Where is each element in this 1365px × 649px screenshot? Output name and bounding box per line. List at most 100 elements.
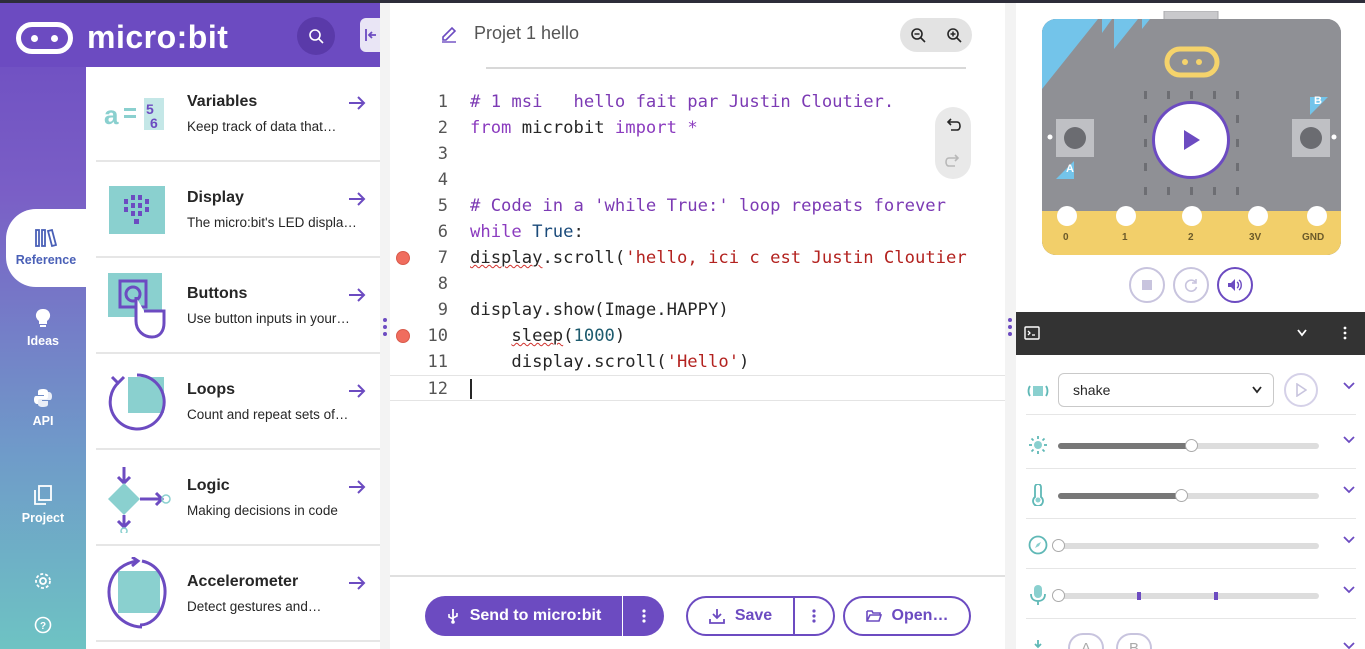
search-button[interactable]	[297, 17, 335, 55]
undo-icon	[946, 118, 961, 131]
python-icon	[34, 389, 52, 407]
code-text: )	[614, 326, 626, 346]
chevron-down-icon[interactable]	[1342, 435, 1356, 445]
project-name-area[interactable]: Projet 1 hello	[440, 23, 579, 44]
nav-item-project[interactable]: Project	[0, 466, 86, 544]
sound-level-slider[interactable]	[1052, 589, 1319, 602]
reference-card-display[interactable]: Display The micro:bit's LED displa…	[96, 163, 380, 258]
open-button[interactable]: Open…	[843, 596, 971, 636]
undo-button[interactable]	[935, 107, 971, 143]
settings-button[interactable]	[33, 571, 53, 591]
variables-icon: a 56	[104, 97, 164, 131]
save-button[interactable]: Save	[688, 598, 793, 634]
code-text: .scroll(	[542, 248, 626, 268]
line-number: 11	[427, 352, 448, 372]
accelerometer-icon	[107, 556, 167, 628]
gesture-select[interactable]: shake	[1058, 373, 1274, 407]
grip-dots-icon	[1008, 318, 1012, 336]
line-number: 2	[437, 118, 448, 138]
nav-label: Ideas	[27, 334, 59, 348]
press-icon	[1034, 640, 1042, 649]
button-press-icon	[108, 272, 166, 339]
chevron-down-icon[interactable]	[1342, 485, 1356, 495]
code-line: 7 display.scroll('hello, ici c est Justin…	[390, 245, 1005, 271]
send-gesture-button[interactable]	[1284, 373, 1318, 407]
collapse-sidebar-button[interactable]	[360, 18, 382, 52]
simulator-mute-button[interactable]	[1217, 267, 1253, 303]
reference-card-buttons[interactable]: Buttons Use button inputs in your…	[96, 259, 380, 354]
help-button[interactable]: ?	[33, 615, 53, 635]
sim-button-a[interactable]: A	[1068, 633, 1104, 649]
zoom-in-button[interactable]	[936, 18, 972, 52]
sensor-compass	[1026, 519, 1356, 569]
reference-card-loops[interactable]: Loops Count and repeat sets of…	[96, 355, 380, 450]
chevron-down-icon[interactable]	[1342, 641, 1356, 649]
line-number: 8	[437, 274, 448, 294]
slider-thumb[interactable]	[1185, 439, 1199, 452]
code-area[interactable]: 1 # 1 msi hello fait par Justin Cloutier.…	[390, 89, 1005, 401]
button-a-label: A	[1066, 163, 1074, 175]
save-more-options-button[interactable]	[793, 598, 833, 634]
card-title: Display	[187, 189, 244, 206]
nav-item-api[interactable]: API	[0, 369, 86, 447]
sim-button-a-label: A	[1080, 639, 1091, 649]
sidebar-resize-handle[interactable]	[380, 0, 390, 649]
slider-thumb[interactable]	[1052, 539, 1065, 552]
chevron-down-icon[interactable]	[1342, 585, 1356, 595]
reference-card-variables[interactable]: a56 Variables Keep track of data that…	[96, 67, 380, 162]
nav-item-reference[interactable]: Reference	[6, 209, 86, 287]
sim-button-b[interactable]: B	[1116, 633, 1152, 649]
thermometer-icon-wrap	[1026, 483, 1050, 507]
code-text: display	[470, 248, 543, 268]
search-icon	[309, 29, 324, 44]
nav-item-ideas[interactable]: Ideas	[0, 289, 86, 367]
slider-thumb[interactable]	[1052, 589, 1065, 602]
send-to-microbit-button[interactable]: Send to micro:bit	[425, 596, 622, 636]
light-level-slider[interactable]	[1058, 439, 1319, 452]
nav-label: Project	[21, 511, 65, 525]
simulator-reset-button[interactable]	[1173, 267, 1209, 303]
chevron-down-icon[interactable]	[1342, 381, 1356, 391]
more-vertical-icon	[812, 609, 816, 623]
redo-icon	[945, 154, 960, 167]
send-more-options-button[interactable]	[622, 596, 664, 636]
compass-slider[interactable]	[1052, 539, 1319, 552]
reference-panel: a56 Variables Keep track of data that… D…	[86, 67, 380, 649]
chevron-down-icon[interactable]	[1296, 328, 1308, 338]
code-text: )	[739, 352, 750, 372]
sidebar-nav: Reference Ideas API Project ?	[0, 0, 86, 649]
line-number: 1	[437, 92, 448, 112]
arrow-right-icon	[349, 480, 366, 494]
reference-card-logic[interactable]: Logic Making decisions in code	[96, 451, 380, 546]
save-label: Save	[734, 607, 773, 624]
gesture-selected-value: shake	[1073, 382, 1111, 398]
line-number: 9	[437, 300, 448, 320]
card-title: Logic	[187, 477, 230, 494]
nav-label: API	[32, 414, 54, 428]
threshold-marker	[1137, 592, 1141, 600]
zoom-out-button[interactable]	[900, 18, 936, 52]
code-line: 10 sleep(1000)	[390, 323, 1005, 349]
terminal-icon	[1024, 326, 1040, 340]
window-top-strip	[0, 0, 1365, 3]
temperature-slider[interactable]	[1058, 489, 1319, 502]
arrow-right-icon	[349, 384, 366, 398]
code-keyword: from	[470, 118, 512, 138]
redo-button[interactable]	[935, 143, 971, 179]
chevron-down-icon[interactable]	[1342, 535, 1356, 545]
code-text: (	[563, 326, 574, 346]
stop-icon	[1142, 280, 1152, 290]
simulator-stop-button[interactable]	[1129, 267, 1165, 303]
sensor-light	[1026, 419, 1356, 469]
undo-redo-controls	[935, 107, 971, 179]
arrow-right-icon	[349, 96, 366, 110]
more-vertical-icon[interactable]	[1343, 326, 1347, 340]
reference-card-accelerometer[interactable]: Accelerometer Detect gestures and…	[96, 547, 380, 642]
code-line: 6 while True:	[390, 219, 1005, 245]
simulator-resize-handle[interactable]	[1005, 0, 1016, 649]
sim-button-b-label: B	[1128, 639, 1139, 649]
simulator-play-button[interactable]	[1152, 101, 1230, 179]
slider-thumb[interactable]	[1174, 489, 1188, 502]
code-line: 5 # Code in a 'while True:' loop repeats …	[390, 193, 1005, 219]
